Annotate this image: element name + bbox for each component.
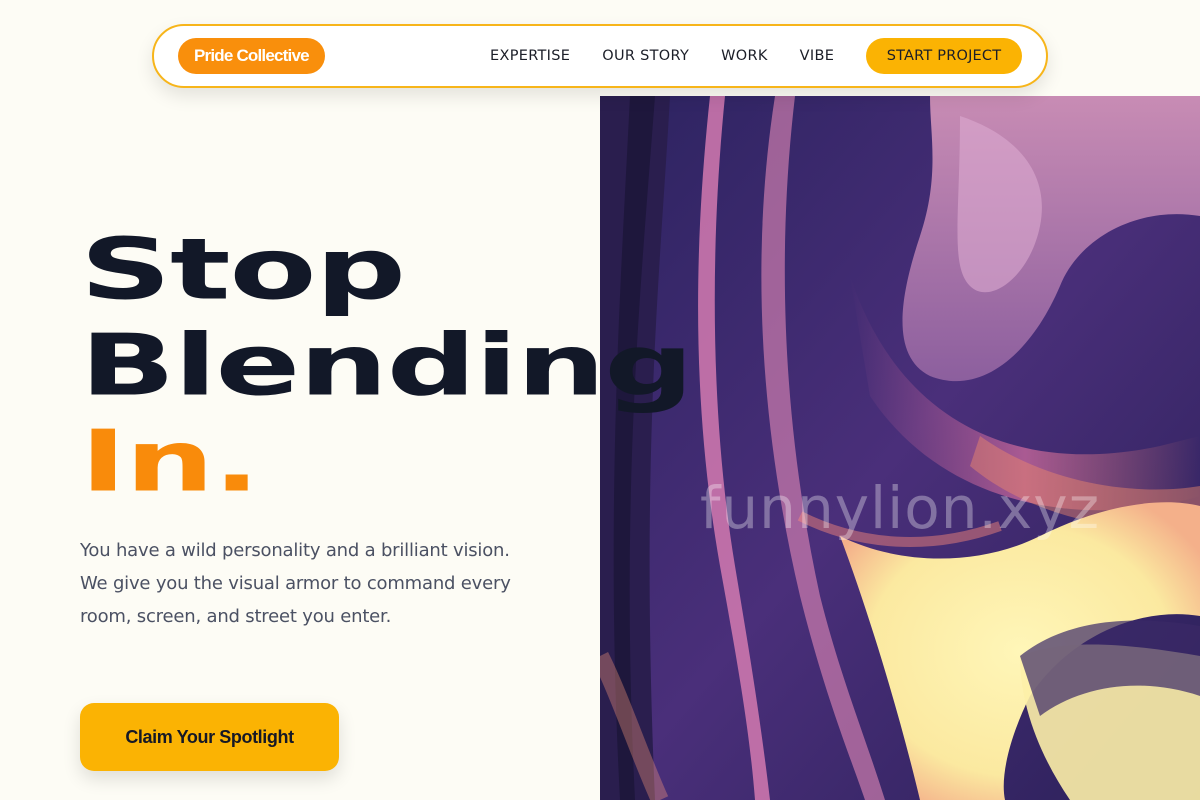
- hero-subtext: You have a wild personality and a brilli…: [80, 540, 511, 627]
- brand-logo[interactable]: Pride Collective: [178, 38, 325, 74]
- headline-line-3: In.: [80, 412, 260, 511]
- hero-headline: Stop Blending In.: [80, 222, 694, 510]
- top-navbar: Pride Collective EXPERTISE OUR STORY WOR…: [152, 24, 1048, 88]
- start-project-button[interactable]: START PROJECT: [866, 38, 1022, 74]
- nav-links: EXPERTISE OUR STORY WORK VIBE: [490, 26, 834, 86]
- nav-link-vibe[interactable]: VIBE: [800, 48, 835, 64]
- nav-link-expertise[interactable]: EXPERTISE: [490, 48, 570, 64]
- nav-link-work[interactable]: WORK: [721, 48, 768, 64]
- nav-link-our-story[interactable]: OUR STORY: [602, 48, 689, 64]
- image-watermark: funnylion.xyz: [700, 474, 1101, 542]
- claim-spotlight-button[interactable]: Claim Your Spotlight: [80, 703, 339, 771]
- headline-line-2: Blending: [80, 316, 694, 415]
- headline-line-1: Stop: [80, 220, 406, 319]
